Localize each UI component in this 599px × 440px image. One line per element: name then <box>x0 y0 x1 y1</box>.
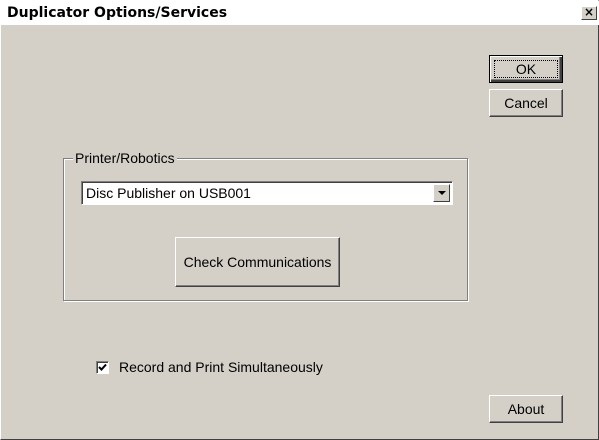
about-button[interactable]: About <box>489 395 563 423</box>
about-button-label: About <box>507 401 545 417</box>
record-print-checkbox[interactable] <box>96 361 109 374</box>
close-button[interactable]: × <box>581 6 597 20</box>
record-print-label[interactable]: Record and Print Simultaneously <box>119 359 323 375</box>
check-communications-button[interactable]: Check Communications <box>175 237 340 287</box>
window-title: Duplicator Options/Services <box>7 5 228 21</box>
close-icon: × <box>583 5 595 19</box>
ok-button-label: OK <box>515 61 537 77</box>
title-bar[interactable]: Duplicator Options/Services × <box>1 1 599 25</box>
printer-select[interactable]: Disc Publisher on USB001 <box>81 181 453 205</box>
printer-select-value: Disc Publisher on USB001 <box>86 185 251 201</box>
cancel-button-label: Cancel <box>504 95 548 111</box>
ok-button[interactable]: OK <box>489 55 563 83</box>
cancel-button[interactable]: Cancel <box>489 89 563 117</box>
check-communications-label: Check Communications <box>183 254 332 270</box>
chevron-down-icon <box>438 191 446 195</box>
dropdown-button[interactable] <box>433 184 450 202</box>
checkmark-icon <box>98 363 107 371</box>
dialog-window: Duplicator Options/Services × OK Cancel … <box>0 0 599 440</box>
printer-robotics-legend: Printer/Robotics <box>73 150 177 166</box>
